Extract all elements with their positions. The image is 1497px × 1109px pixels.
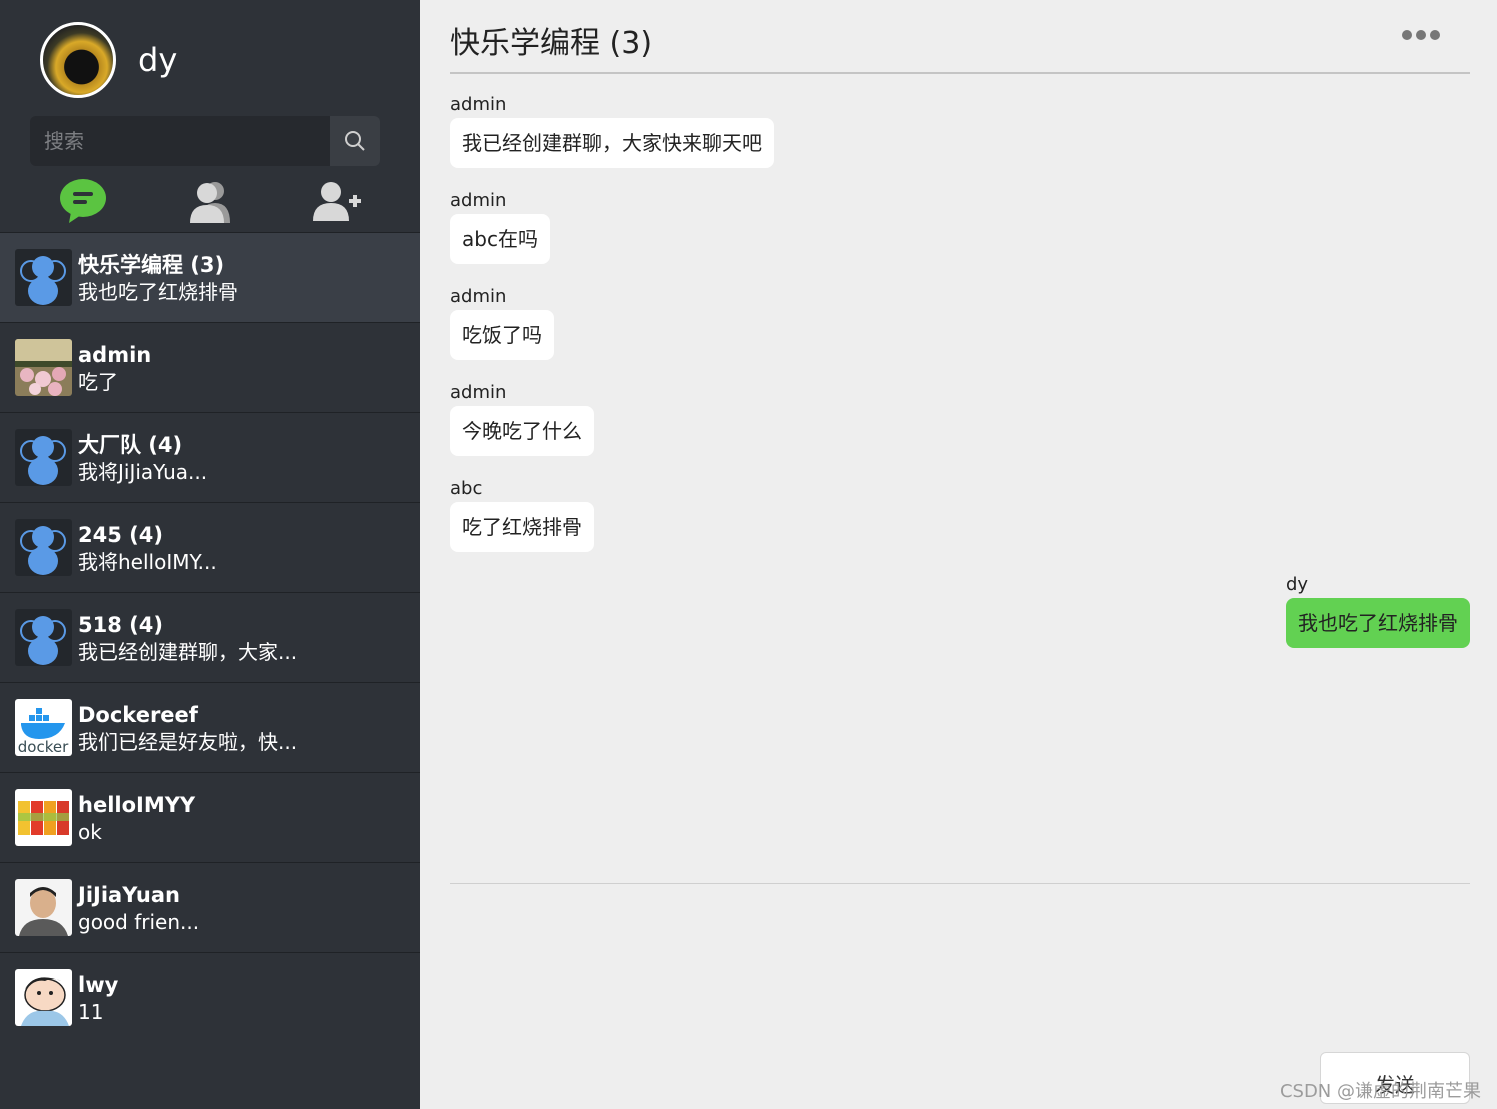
chat-avatar — [15, 609, 72, 666]
watermark: CSDN @谦虚的荆南芒果 — [1279, 1081, 1481, 1102]
chat-list-item[interactable]: docker Dockereef 我们已经是好友啦，快... — [0, 682, 420, 772]
message-bubble: 我已经创建群聊，大家快来聊天吧 — [450, 118, 774, 168]
chat-text: JiJiaYuan good frien... — [78, 881, 199, 935]
chat-text: lwy 11 — [78, 971, 118, 1025]
chat-avatar — [15, 429, 72, 486]
chat-last-message: 我将JiJiaYua... — [78, 459, 208, 484]
tab-contacts[interactable] — [180, 176, 240, 226]
chat-last-message: 我们已经是好友啦，快... — [78, 729, 298, 754]
snacks-photo — [15, 789, 72, 846]
svg-text:docker: docker — [18, 738, 69, 756]
sidebar: dy 搜索 快乐学编程 (3) 我也吃了红烧排骨 admin 吃了 大厂队 (4… — [0, 0, 420, 1109]
chat-avatar — [15, 879, 72, 936]
message-incoming: abc 吃了红烧排骨 — [450, 476, 594, 552]
chat-last-message: 11 — [78, 999, 104, 1024]
chat-list-item[interactable]: JiJiaYuan good frien... — [0, 862, 420, 952]
chat-avatar — [15, 789, 72, 846]
sidebar-tabs — [0, 172, 420, 230]
chat-list-item[interactable]: 快乐学编程 (3) 我也吃了红烧排骨 — [0, 232, 420, 322]
flowers-photo — [15, 339, 72, 396]
chat-header: 快乐学编程 (3) — [450, 0, 1470, 74]
message-sender: admin — [450, 382, 507, 403]
message-bubble: 吃饭了吗 — [450, 310, 554, 360]
chat-list-item[interactable]: 大厂队 (4) 我将JiJiaYua... — [0, 412, 420, 502]
message-sender: abc — [450, 478, 483, 499]
profile-name: dy — [138, 41, 178, 79]
chat-avatar — [15, 339, 72, 396]
tab-chats[interactable] — [53, 176, 113, 226]
chat-text: 大厂队 (4) 我将JiJiaYua... — [78, 431, 207, 485]
chat-text: helloIMYY ok — [78, 791, 195, 845]
chat-avatar — [15, 519, 72, 576]
contacts-icon — [189, 182, 230, 223]
chat-text: 518 (4) 我已经创建群聊，大家... — [78, 611, 297, 665]
chat-name: JiJiaYuan — [78, 882, 180, 907]
chat-bubble-icon — [60, 179, 107, 223]
composer-divider — [450, 883, 1470, 884]
chat-name: 518 (4) — [78, 612, 163, 637]
message-bubble: 今晚吃了什么 — [450, 406, 594, 456]
chat-list-item[interactable]: lwy 11 — [0, 952, 420, 1042]
chat-list-item[interactable]: admin 吃了 — [0, 322, 420, 412]
chat-last-message: 吃了 — [78, 369, 118, 394]
more-options-icon[interactable] — [1402, 30, 1440, 40]
cartoon-avatar — [15, 969, 72, 1026]
search-bar — [30, 116, 380, 166]
search-input[interactable] — [30, 116, 330, 166]
search-button[interactable] — [330, 116, 380, 166]
message-incoming: admin 我已经创建群聊，大家快来聊天吧 — [450, 92, 774, 168]
chat-name: 245 (4) — [78, 522, 163, 547]
profile: dy — [40, 22, 177, 98]
group-icon — [15, 429, 72, 486]
chat-name: 快乐学编程 (3) — [78, 252, 225, 277]
group-icon — [15, 519, 72, 576]
profile-avatar[interactable] — [40, 22, 116, 98]
message-sender: admin — [450, 94, 507, 115]
tab-add-friend[interactable] — [307, 176, 367, 226]
message-bubble: abc在吗 — [450, 214, 550, 264]
chat-list: 快乐学编程 (3) 我也吃了红烧排骨 admin 吃了大厂队 (4) 我将JiJiaYu… — [0, 232, 420, 1042]
chat-text: admin 吃了 — [78, 341, 151, 395]
chat-text: 快乐学编程 (3) 我也吃了红烧排骨 — [78, 251, 238, 305]
chat-name: helloIMYY — [78, 792, 196, 817]
message-sender: admin — [450, 286, 507, 307]
chat-last-message: 我也吃了红烧排骨 — [78, 279, 238, 304]
message-outgoing: dy 我也吃了红烧排骨 — [1286, 572, 1470, 648]
message-bubble: 吃了红烧排骨 — [450, 502, 594, 552]
room-title: 快乐学编程 (3) — [450, 26, 653, 61]
message-incoming: admin abc在吗 — [450, 188, 550, 264]
message-bubble: 我也吃了红烧排骨 — [1286, 598, 1470, 648]
group-icon — [15, 249, 72, 306]
add-user-icon — [312, 182, 361, 221]
chat-avatar — [15, 249, 72, 306]
message-sender: admin — [450, 190, 507, 211]
message-sender: dy — [1286, 574, 1309, 595]
chat-avatar: docker — [15, 699, 72, 756]
group-icon — [15, 609, 72, 666]
chat-last-message: 我已经创建群聊，大家... — [78, 639, 298, 664]
chat-name: Dockereef — [78, 702, 198, 727]
chat-text: Dockereef 我们已经是好友啦，快... — [78, 701, 297, 755]
chat-list-item[interactable]: 245 (4) 我将helloIMY... — [0, 502, 420, 592]
chat-last-message: ok — [78, 819, 102, 844]
chat-name: lwy — [78, 972, 119, 997]
chat-list-item[interactable]: 518 (4) 我已经创建群聊，大家... — [0, 592, 420, 682]
chat-text: 245 (4) 我将helloIMY... — [78, 521, 217, 575]
chat-avatar — [15, 969, 72, 1026]
chat-list-item[interactable]: helloIMYY ok — [0, 772, 420, 862]
message-incoming: admin 吃饭了吗 — [450, 284, 554, 360]
chat-name: admin — [78, 342, 152, 367]
message-incoming: admin 今晚吃了什么 — [450, 380, 594, 456]
chat-name: 大厂队 (4) — [78, 432, 183, 457]
search-icon — [345, 131, 365, 151]
docker-logo: docker — [15, 699, 72, 756]
chat-last-message: 我将helloIMY... — [78, 549, 217, 574]
chat-last-message: good frien... — [78, 909, 200, 934]
person-photo — [15, 879, 72, 936]
chat-panel: 快乐学编程 (3) admin 我已经创建群聊，大家快来聊天吧 admin abc在吗… — [420, 0, 1497, 1109]
